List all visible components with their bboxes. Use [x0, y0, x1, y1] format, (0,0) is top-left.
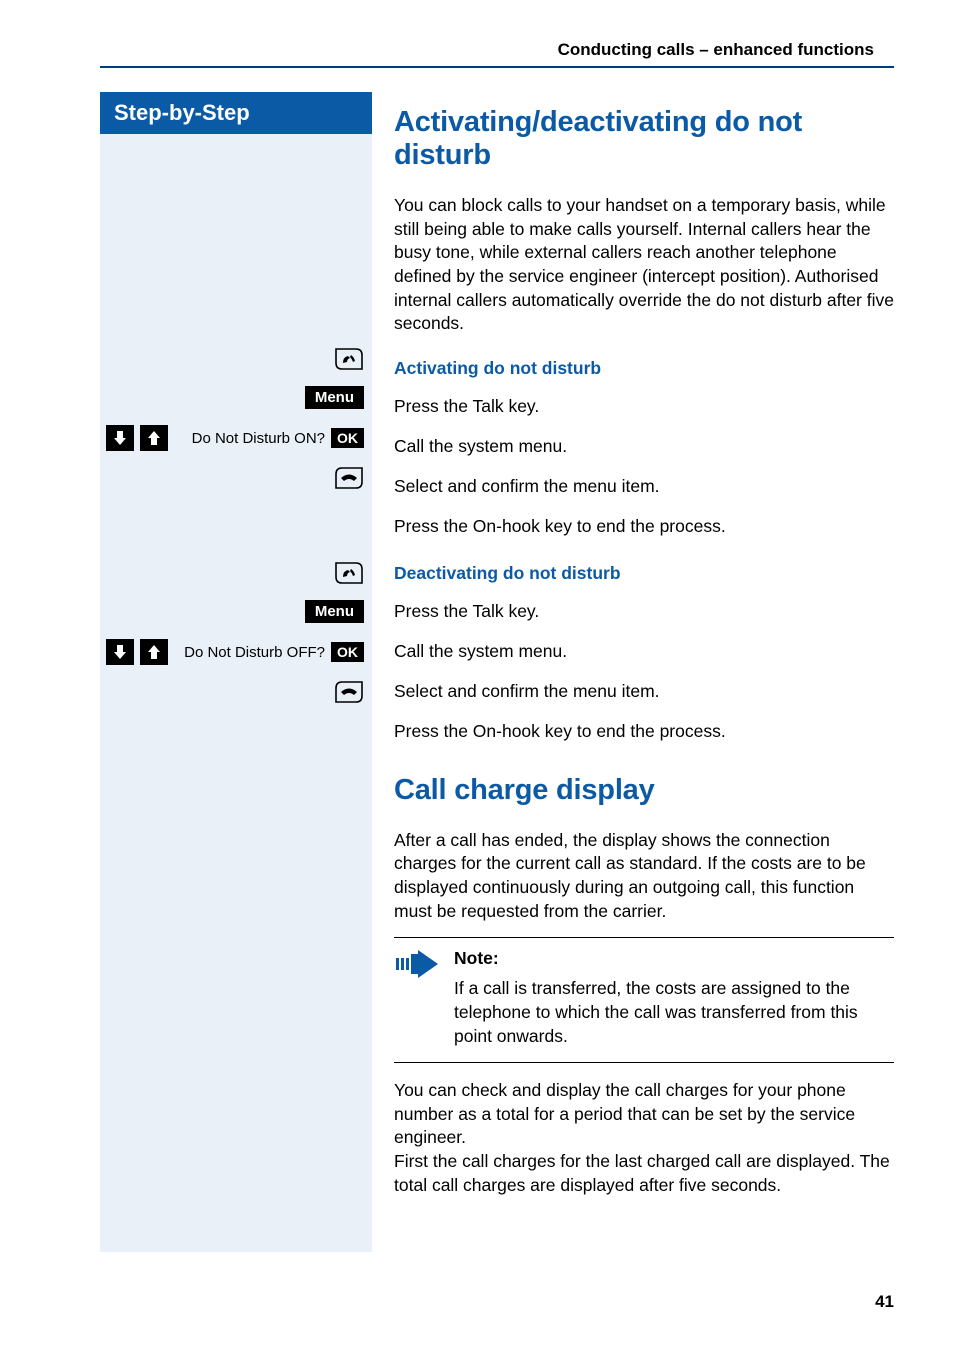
- menu-item-label: Do Not Disturb OFF?: [184, 644, 325, 661]
- charge-para2: You can check and display the call charg…: [394, 1079, 894, 1197]
- step-text: Press the On-hook key to end the process…: [394, 515, 894, 539]
- step-text: Select and confirm the menu item.: [394, 475, 894, 499]
- menu-button: Menu: [305, 386, 364, 409]
- header-rule: [100, 66, 894, 68]
- subheading-deactivate: Deactivating do not disturb: [394, 563, 894, 584]
- step-text: Press the Talk key.: [394, 600, 894, 624]
- ok-button: OK: [331, 642, 364, 662]
- note-arrow-icon: [394, 948, 440, 1048]
- step-text: Press the Talk key.: [394, 395, 894, 419]
- arrow-down-icon: [106, 425, 134, 451]
- subheading-activate: Activating do not disturb: [394, 358, 894, 379]
- note-box: Note: If a call is transferred, the cost…: [394, 937, 894, 1063]
- step-text: Select and confirm the menu item.: [394, 680, 894, 704]
- step-text: Call the system menu.: [394, 640, 894, 664]
- menu-item-label: Do Not Disturb ON?: [192, 430, 325, 447]
- ok-button: OK: [331, 428, 364, 448]
- sidebar: Step-by-Step Menu Do Not Disturb ON? OK: [0, 92, 372, 1219]
- main-content: Activating/deactivating do not disturb Y…: [372, 92, 894, 1219]
- onhook-key-icon: [334, 466, 364, 490]
- arrow-down-icon: [106, 639, 134, 665]
- page-number: 41: [875, 1292, 894, 1312]
- arrow-up-icon: [140, 639, 168, 665]
- dnd-intro: You can block calls to your handset on a…: [394, 194, 894, 336]
- step-text: Press the On-hook key to end the process…: [394, 720, 894, 744]
- heading-charge: Call charge display: [394, 774, 894, 807]
- sidebar-background: [100, 92, 372, 1252]
- running-header: Conducting calls – enhanced functions: [558, 40, 874, 60]
- talk-key-icon: [334, 561, 364, 585]
- onhook-key-icon: [334, 680, 364, 704]
- menu-button: Menu: [305, 600, 364, 623]
- talk-key-icon: [334, 347, 364, 371]
- step-text: Call the system menu.: [394, 435, 894, 459]
- arrow-up-icon: [140, 425, 168, 451]
- sidebar-title: Step-by-Step: [100, 92, 372, 134]
- heading-dnd: Activating/deactivating do not disturb: [394, 106, 894, 172]
- note-title: Note:: [454, 948, 894, 969]
- note-body: If a call is transferred, the costs are …: [454, 977, 894, 1048]
- charge-intro: After a call has ended, the display show…: [394, 829, 894, 924]
